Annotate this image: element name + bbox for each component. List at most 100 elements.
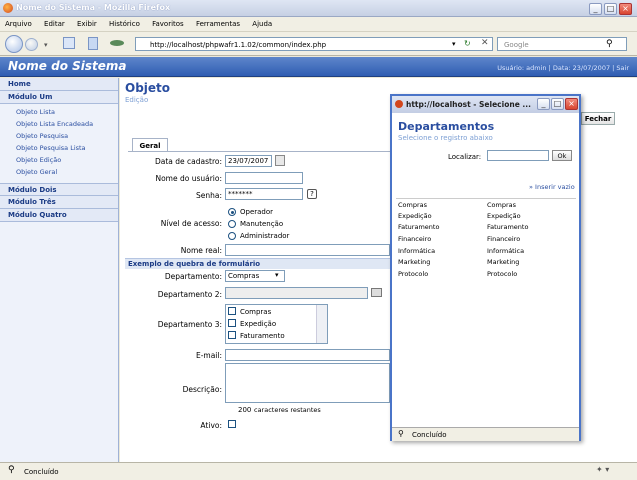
- search-icon[interactable]: ⚲: [606, 39, 613, 49]
- sidebar-item-modulo-um[interactable]: Módulo Um: [0, 91, 118, 104]
- firefox-icon: [3, 3, 13, 13]
- popup-cell: Informática: [487, 247, 525, 255]
- popup-firefox-icon: [395, 100, 403, 108]
- forward-icon[interactable]: [25, 38, 38, 51]
- sidebar-item-modulo-dois[interactable]: Módulo Dois: [0, 183, 118, 196]
- senha-field[interactable]: *******: [225, 188, 303, 200]
- popup-cell: Informática: [398, 247, 436, 255]
- radio-operador[interactable]: [228, 208, 236, 216]
- popup-row[interactable]: Compras Compras: [398, 201, 574, 212]
- popup-divider: [396, 198, 576, 199]
- sidebar-subitem-geral[interactable]: Objeto Geral: [0, 166, 118, 178]
- descricao-counter: 200: [238, 406, 252, 414]
- fechar-button[interactable]: Fechar: [581, 112, 615, 125]
- departamento3-label: Departamento 3:: [157, 320, 222, 329]
- checkbox-faturamento[interactable]: [228, 331, 236, 339]
- tab-divider: [128, 151, 398, 152]
- popup-statusbar: Concluído: [392, 427, 579, 441]
- menu-ferramentas[interactable]: Ferramentas: [196, 20, 240, 28]
- popup-search-input[interactable]: [487, 150, 549, 161]
- reload-icon[interactable]: ↻: [464, 39, 471, 48]
- checkbox-faturamento-label: Faturamento: [240, 332, 285, 340]
- descricao-textarea[interactable]: [225, 363, 390, 403]
- app-header: Nome do Sistema Usuário: admin | Data: 2…: [0, 57, 637, 77]
- page-subtitle: Edição: [125, 96, 149, 104]
- checkbox-compras-label: Compras: [240, 308, 272, 316]
- popup-close-button[interactable]: ×: [565, 98, 578, 110]
- url-dropdown-icon[interactable]: ▾: [452, 40, 456, 48]
- list-scrollbar[interactable]: [316, 305, 327, 343]
- checkbox-compras[interactable]: [228, 307, 236, 315]
- sidebar-subitem-pesquisa[interactable]: Objeto Pesquisa: [0, 130, 118, 142]
- menu-exibir[interactable]: Exibir: [77, 20, 97, 28]
- window-titlebar: Nome do Sistema - Mozilla Firefox _ □ ×: [0, 0, 637, 17]
- close-window-button[interactable]: ×: [619, 3, 632, 15]
- user-info[interactable]: Usuário: admin | Data: 23/07/2007 | Sair: [497, 64, 629, 72]
- popup-heading: Departamentos: [398, 120, 495, 133]
- popup-cell: Faturamento: [487, 223, 529, 231]
- radio-administrador[interactable]: [228, 232, 236, 240]
- radio-manutencao[interactable]: [228, 220, 236, 228]
- menu-ajuda[interactable]: Ajuda: [252, 20, 272, 28]
- stop-icon[interactable]: ✕: [481, 38, 489, 48]
- window-title: Nome do Sistema - Mozilla Firefox: [16, 3, 171, 12]
- data-cadastro-label: Data de cadastro:: [154, 157, 222, 166]
- data-cadastro-field[interactable]: 23/07/2007: [225, 155, 272, 167]
- back-icon[interactable]: [5, 35, 23, 53]
- sidebar-item-modulo-tres[interactable]: Módulo Três: [0, 196, 118, 209]
- nome-usuario-field[interactable]: [225, 172, 303, 184]
- popup-minimize-button[interactable]: _: [537, 98, 550, 110]
- nome-usuario-label: Nome do usuário:: [155, 174, 222, 183]
- sidebar-subitem-edicao[interactable]: Objeto Edição: [0, 154, 118, 166]
- home-icon[interactable]: [63, 37, 75, 49]
- sidebar-subitem-lista-encadeada[interactable]: Objeto Lista Encadeada: [0, 118, 118, 130]
- popup-cell: Expedição: [398, 212, 432, 220]
- menu-historico[interactable]: Histórico: [109, 20, 140, 28]
- ativo-checkbox[interactable]: [228, 420, 236, 428]
- minimize-button[interactable]: _: [589, 3, 602, 15]
- url-input[interactable]: http://localhost/phpwafr1.1.02/common/in…: [135, 37, 493, 51]
- popup-ok-button[interactable]: Ok: [552, 150, 572, 161]
- departamento2-field[interactable]: [225, 287, 368, 299]
- history-dropdown-icon[interactable]: ▾: [44, 41, 48, 49]
- popup-row[interactable]: Faturamento Faturamento: [398, 223, 574, 234]
- popup-insert-link[interactable]: » Inserir vazio: [529, 183, 575, 191]
- sidebar-subitem-objeto-lista[interactable]: Objeto Lista: [0, 106, 118, 118]
- menu-favoritos[interactable]: Favoritos: [152, 20, 184, 28]
- popup-cell: Financeiro: [398, 235, 432, 243]
- popup-cell: Marketing: [487, 258, 520, 266]
- tab-geral[interactable]: Geral: [132, 138, 168, 152]
- addon-icon[interactable]: [110, 40, 124, 46]
- popup-cell: Faturamento: [398, 223, 440, 231]
- page-title: Objeto: [125, 81, 171, 95]
- ativo-label: Ativo:: [200, 421, 222, 430]
- sidebar-subitem-pesquisa-lista[interactable]: Objeto Pesquisa Lista: [0, 142, 118, 154]
- popup-row[interactable]: Expedição Expedição: [398, 212, 574, 223]
- popup-row[interactable]: Marketing Marketing: [398, 258, 574, 269]
- checkbox-expedicao[interactable]: [228, 319, 236, 327]
- popup-cell: Marketing: [398, 258, 431, 266]
- sidebar-item-home[interactable]: Home: [0, 78, 118, 91]
- nome-real-field[interactable]: [225, 244, 390, 256]
- lookup-icon[interactable]: [371, 288, 382, 297]
- status-search-icon: ⚲: [8, 465, 15, 475]
- calendar-icon[interactable]: [275, 155, 285, 166]
- popup-search-label: Localizar:: [448, 153, 482, 161]
- maximize-button[interactable]: □: [604, 3, 617, 15]
- popup-row[interactable]: Financeiro Financeiro: [398, 235, 574, 246]
- popup-cell: Protocolo: [487, 270, 518, 278]
- bookmarks-icon[interactable]: [88, 37, 98, 50]
- menu-editar[interactable]: Editar: [44, 20, 65, 28]
- senha-label: Senha:: [195, 191, 222, 200]
- popup-maximize-button[interactable]: □: [551, 98, 564, 110]
- menu-arquivo[interactable]: Arquivo: [5, 20, 32, 28]
- popup-row[interactable]: Protocolo Protocolo: [398, 270, 574, 281]
- popup-row[interactable]: Informática Informática: [398, 247, 574, 258]
- popup-status-icon: ⚲: [398, 429, 404, 438]
- status-addon-icon[interactable]: ✦ ▾: [596, 465, 609, 474]
- email-field[interactable]: [225, 349, 390, 361]
- password-help-icon[interactable]: ?: [307, 189, 317, 199]
- chevron-down-icon[interactable]: ▾: [275, 271, 279, 279]
- sidebar-item-modulo-quatro[interactable]: Módulo Quatro: [0, 209, 118, 222]
- descricao-counter-text: caracteres restantes: [254, 406, 321, 414]
